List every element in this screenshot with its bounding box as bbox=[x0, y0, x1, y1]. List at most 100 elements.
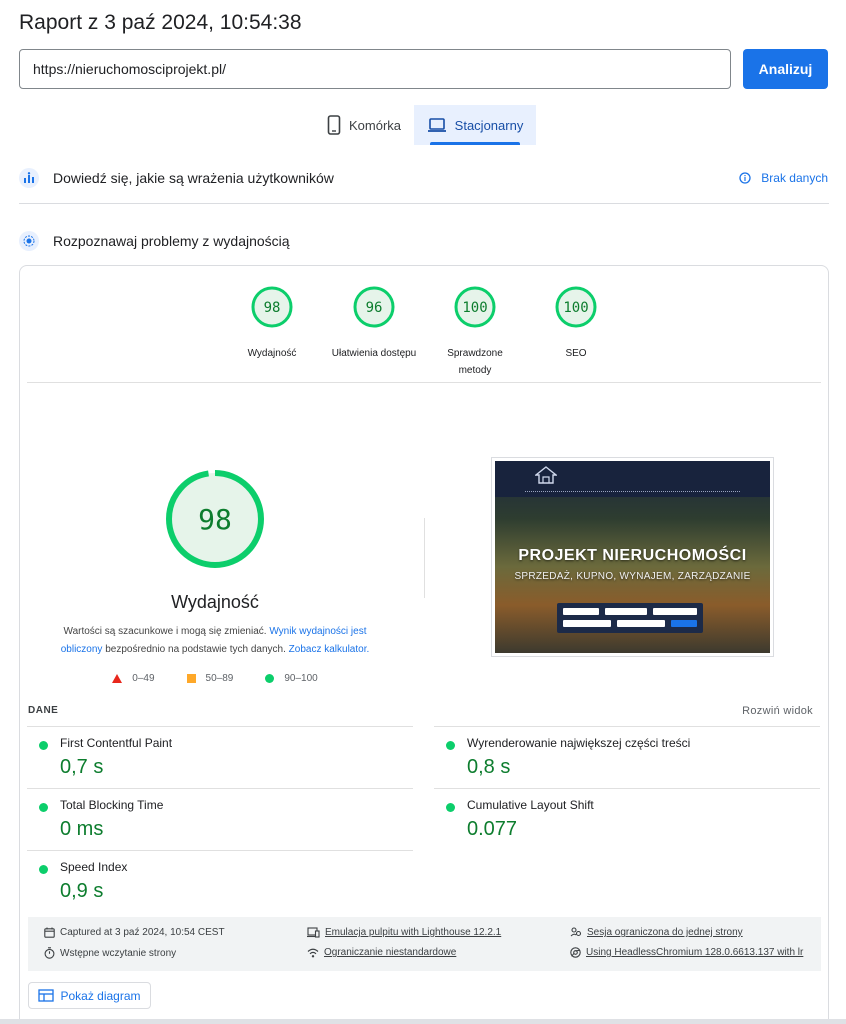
expand-view-toggle[interactable]: Rozwiń widok bbox=[742, 705, 813, 717]
desc-text: bezpośrednio na podstawie tych danych. bbox=[102, 644, 289, 655]
metric-value: 0,9 s bbox=[60, 880, 104, 902]
metric-fcp: First Contentful Paint 0,7 s bbox=[27, 726, 413, 788]
table-chart-icon bbox=[38, 989, 55, 1002]
url-input[interactable] bbox=[19, 49, 731, 89]
form-field bbox=[605, 608, 647, 615]
diagnose-icon bbox=[19, 231, 39, 251]
throttling-info[interactable]: Ograniczanie niestandardowe bbox=[307, 947, 456, 958]
form-field bbox=[653, 608, 697, 615]
calendar-icon bbox=[44, 927, 55, 938]
score-description: Wartości są szacunkowe i mogą się zmieni… bbox=[50, 623, 380, 659]
wifi-icon bbox=[307, 948, 319, 958]
legend-fail: 0–49 bbox=[112, 673, 155, 684]
metric-name: Wyrenderowanie największej części treści bbox=[467, 736, 691, 750]
score-ring: 100 bbox=[555, 286, 597, 328]
tab-desktop-label: Stacjonarny bbox=[454, 117, 524, 133]
score-legend: 0–49 50–89 90–100 bbox=[20, 673, 410, 684]
score-label: SEO bbox=[565, 348, 587, 359]
metric-divider bbox=[27, 788, 413, 789]
legend-range: 90–100 bbox=[284, 673, 318, 684]
legend-range: 50–89 bbox=[205, 673, 234, 684]
tab-desktop[interactable]: Stacjonarny bbox=[414, 105, 536, 145]
form-field bbox=[617, 620, 665, 627]
chrome-icon bbox=[570, 947, 581, 958]
tab-active-indicator bbox=[430, 142, 520, 145]
score-label: Wydajność bbox=[247, 348, 297, 359]
info-icon bbox=[739, 172, 751, 184]
metric-divider bbox=[27, 726, 413, 727]
metric-value: 0.077 bbox=[467, 818, 518, 840]
section-divider bbox=[19, 203, 829, 204]
pass-status-icon bbox=[39, 803, 48, 812]
metric-value: 0 ms bbox=[60, 818, 104, 840]
score-value: 96 bbox=[366, 300, 383, 316]
devices-icon bbox=[307, 927, 320, 938]
metric-name: First Contentful Paint bbox=[60, 736, 173, 750]
perf-section-title: Rozpoznawaj problemy z wydajnością bbox=[53, 233, 290, 249]
score-gauge-best-practices[interactable]: 100 Sprawdzone metody bbox=[420, 286, 530, 379]
score-gauge-seo[interactable]: 100 SEO bbox=[521, 286, 631, 362]
circle-icon bbox=[265, 674, 275, 683]
score-gauge-accessibility[interactable]: 96 Ułatwienia dostępu bbox=[319, 286, 429, 362]
captured-text: Captured at 3 paź 2024, 10:54 CEST bbox=[60, 927, 225, 938]
metrics-title: DANE bbox=[28, 705, 59, 716]
no-data-status[interactable]: Brak danych bbox=[739, 171, 828, 185]
score-label: Ułatwienia dostępu bbox=[331, 348, 417, 359]
laptop-icon bbox=[427, 117, 447, 133]
session-link[interactable]: Sesja ograniczona do jednej strony bbox=[587, 927, 743, 938]
legend-average: 50–89 bbox=[186, 673, 234, 684]
run-info-box: Captured at 3 paź 2024, 10:54 CEST Wstęp… bbox=[28, 917, 821, 971]
metric-si: Speed Index 0,9 s bbox=[27, 850, 413, 912]
score-gauge-performance[interactable]: 98 Wydajność bbox=[217, 286, 327, 362]
tab-mobile-label: Komórka bbox=[348, 117, 402, 133]
window-bottom-edge bbox=[0, 1019, 846, 1024]
form-field bbox=[563, 608, 599, 615]
metric-name: Total Blocking Time bbox=[60, 798, 164, 812]
score-ring: 100 bbox=[454, 286, 496, 328]
emulation-info[interactable]: Emulacja pulpitu with Lighthouse 12.2.1 bbox=[307, 927, 501, 938]
score-label: Sprawdzone metody bbox=[447, 348, 503, 376]
desc-text: Wartości są szacunkowe i mogą się zmieni… bbox=[63, 626, 270, 637]
metric-value: 0,8 s bbox=[467, 756, 511, 778]
metric-name: Cumulative Layout Shift bbox=[467, 798, 594, 812]
metric-cls: Cumulative Layout Shift 0.077 bbox=[434, 788, 820, 850]
screenshot-image: PROJEKT NIERUCHOMOŚCI SPRZEDAŻ, KUPNO, W… bbox=[495, 461, 770, 653]
emulation-link[interactable]: Emulacja pulpitu with Lighthouse 12.2.1 bbox=[325, 927, 501, 938]
metric-value: 0,7 s bbox=[60, 756, 104, 778]
load-text: Wstępne wczytanie strony bbox=[60, 947, 177, 959]
score-ring: 96 bbox=[353, 286, 395, 328]
session-info[interactable]: Sesja ograniczona do jednej strony bbox=[570, 927, 743, 938]
metric-lcp: Wyrenderowanie największej części treści… bbox=[434, 726, 820, 788]
metric-divider bbox=[434, 788, 820, 789]
form-button bbox=[671, 620, 697, 627]
pass-status-icon bbox=[446, 741, 455, 750]
score-value: 100 bbox=[563, 300, 588, 316]
triangle-icon bbox=[112, 674, 123, 683]
show-diagram-label: Pokaż diagram bbox=[60, 988, 141, 1003]
pass-status-icon bbox=[39, 865, 48, 874]
site-logo-icon bbox=[535, 466, 557, 484]
metric-divider bbox=[434, 726, 820, 727]
throttling-link[interactable]: Ograniczanie niestandardowe bbox=[324, 947, 456, 958]
calculator-link[interactable]: Zobacz kalkulator. bbox=[289, 644, 370, 655]
analyze-button[interactable]: Analizuj bbox=[743, 49, 828, 89]
metric-divider bbox=[27, 850, 413, 851]
main-score-label: Wydajność bbox=[171, 592, 259, 612]
report-title: Raport z 3 paź 2024, 10:54:38 bbox=[19, 11, 302, 34]
show-diagram-button[interactable]: Pokaż diagram bbox=[28, 982, 151, 1009]
score-value: 100 bbox=[462, 300, 487, 316]
screenshot-hero-subtitle: SPRZEDAŻ, KUPNO, WYNAJEM, ZARZĄDZANIE bbox=[514, 571, 751, 582]
main-score-value: 98 bbox=[198, 503, 232, 536]
legend-range: 0–49 bbox=[132, 673, 155, 684]
metric-tbt: Total Blocking Time 0 ms bbox=[27, 788, 413, 850]
scores-divider bbox=[27, 382, 821, 383]
timer-icon bbox=[44, 947, 55, 959]
browser-info[interactable]: Using HeadlessChromium 128.0.6613.137 wi… bbox=[570, 947, 803, 958]
load-info: Wstępne wczytanie strony bbox=[44, 947, 176, 959]
square-icon bbox=[186, 674, 196, 683]
screenshot-nav bbox=[525, 491, 740, 493]
pass-status-icon bbox=[39, 741, 48, 750]
browser-link[interactable]: Using HeadlessChromium 128.0.6613.137 wi… bbox=[586, 947, 803, 958]
ux-section-title: Dowiedź się, jakie są wrażenia użytkowni… bbox=[53, 170, 334, 186]
tab-mobile[interactable]: Komórka bbox=[314, 105, 414, 145]
